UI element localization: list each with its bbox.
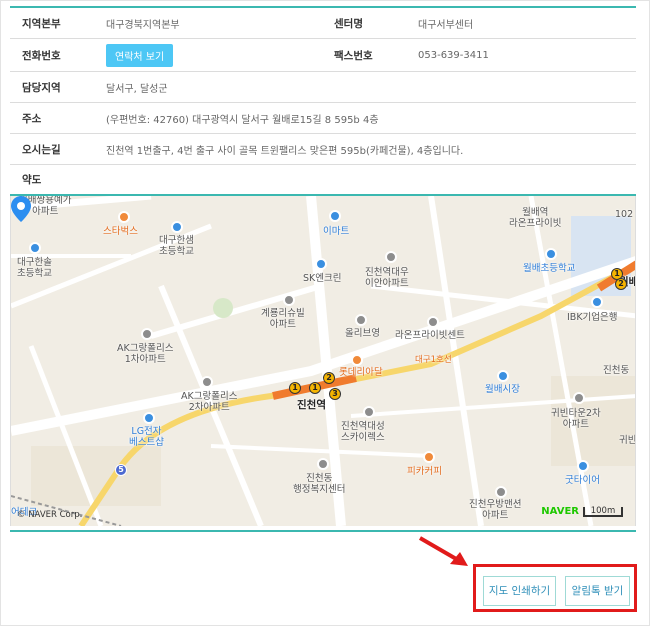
directions-value: 진천역 1번출구, 4번 출구 사이 골목 트윈팰리스 맞은편 595b(카페건… [106,145,464,157]
cafe-icon [423,451,435,463]
poi-lotteria[interactable]: 롯데리아달 [339,367,383,379]
shop-icon [143,412,155,424]
row-area: 담당지역 달서구, 달성군 [10,72,636,103]
poi-starbucks[interactable]: 스타벅스 [103,226,138,238]
shop-icon [329,210,341,222]
address-value: (우편번호: 42760) 대구광역시 달서구 월배로15길 8 595b 4층 [106,114,379,126]
poi-ak-grand-1[interactable]: AK그랑폴리스 1차아파트 [117,343,173,366]
location-marker-icon[interactable] [11,196,31,222]
location-map[interactable]: 월배쌍용예가 아파트 스타벅스 대구한샘 초등학교 이마트 월배역 라온프라이빗 10… [10,196,636,526]
red-arrow-icon [418,536,468,566]
poi-guibin-town-2[interactable]: 귀빈타운2차 아파트 [551,408,601,431]
poi-guibin: 귀빈 [619,435,636,446]
poi-jincheon-station[interactable]: 진천역 [297,399,326,411]
region-hq-label: 지역본부 [22,17,61,30]
apartment-icon [427,316,439,328]
apartment-icon [495,486,507,498]
alimtalk-button[interactable]: 알림톡 받기 [565,576,630,606]
poi-wolbae-station-raon[interactable]: 월배역 라온프라이빗 [509,207,561,230]
school-icon [29,242,41,254]
school-icon [171,221,183,233]
region-hq-value: 대구경북지역본부 [106,19,180,31]
subway-line-badge: 1 [289,382,301,394]
phone-label: 전화번호 [22,49,61,62]
poi-good-tire[interactable]: 굿타이어 [565,475,600,487]
row-region: 지역본부 대구경북지역본부 센터명 대구서부센터 [10,8,636,39]
naver-logo: NAVER [541,506,579,517]
map-scale: 100m [583,507,623,517]
school-icon [545,248,557,260]
subway-line-badge: 2 [323,372,335,384]
gas-station-icon [315,258,327,270]
poi-ibk-bank[interactable]: IBK기업은행 [567,312,618,324]
map-copyright: © NAVER Corp. [17,510,83,520]
market-icon [497,370,509,382]
subway-line-badge: 2 [615,278,627,290]
government-icon [317,458,329,470]
subway-line-label: 대구1호선 [415,355,452,365]
phone-cell: 연락처 보기 [106,43,322,67]
center-info-table: 지역본부 대구경북지역본부 센터명 대구서부센터 전화번호 연락처 보기 팩스번… [10,6,636,196]
area-label: 담당지역 [22,81,61,94]
poi-wolbae-market[interactable]: 월배시장 [485,384,520,396]
apartment-icon [385,251,397,263]
cafe-icon [118,211,130,223]
highlight-box: 지도 인쇄하기 알림톡 받기 [473,564,637,612]
restaurant-icon [351,354,363,366]
route-badge: 5 [115,464,127,476]
apartment-icon [141,328,153,340]
poi-hansaem-school[interactable]: 대구한샘 초등학교 [159,235,194,258]
row-directions: 오시는길 진천역 1번출구, 4번 출구 사이 골목 트윈팰리스 맞은편 595… [10,134,636,165]
row-address: 주소 (우편번호: 42760) 대구광역시 달서구 월배로15길 8 595b… [10,103,636,134]
poi-gyeryong[interactable]: 계룡리슈빌 아파트 [261,308,305,331]
map-label: 약도 [22,174,42,186]
poi-jincheon-dong[interactable]: 진천동 [603,365,629,377]
area-value: 달서구, 달성군 [106,83,168,95]
poi-lg-bestshop[interactable]: LG전자 베스트샵 [129,426,164,449]
poi-emart[interactable]: 이마트 [323,226,349,238]
subway-line-badge: 3 [329,388,341,400]
poi-pika-coffee[interactable]: 피카커피 [407,466,442,478]
contact-view-button[interactable]: 연락처 보기 [106,43,174,67]
row-map: 약도 [10,165,636,196]
center-label: 센터명 [334,17,363,30]
bank-icon [591,296,603,308]
poi-oliveyoung[interactable]: 올리브영 [345,328,380,340]
fax-label: 팩스번호 [334,49,373,62]
poi-jincheon-office[interactable]: 진천동 행정복지센터 [293,473,345,496]
center-value: 대구서부센터 [418,19,474,31]
directions-label: 오시는길 [22,143,61,156]
map-bottom-border [10,530,636,532]
poi-woobang-mansion[interactable]: 진천우방맨션 아파트 [469,499,521,522]
poi-raon-private-center[interactable]: 라온프라이빗센트 [395,330,465,342]
shop-icon [577,460,589,472]
poi-jincheon-daewoo[interactable]: 진천역대우 이안아파트 [365,267,409,290]
apartment-icon [573,392,585,404]
address-label: 주소 [22,112,42,125]
print-map-button[interactable]: 지도 인쇄하기 [483,576,556,606]
row-phone: 전화번호 연락처 보기 팩스번호 053-639-3411 [10,39,636,72]
fax-value: 053-639-3411 [418,49,489,61]
apartment-icon [283,294,295,306]
subway-line-badge: 1 [309,382,321,394]
apartment-icon [363,406,375,418]
poi-wolbae-elementary[interactable]: 월배초등학교 [523,263,575,275]
poi-hansol-school[interactable]: 대구한솔 초등학교 [17,257,52,280]
poi-ak-grand-2[interactable]: AK그랑폴리스 2차아파트 [181,391,237,414]
poi-daesung-skyrex[interactable]: 진천역대성 스카이렉스 [341,421,385,444]
poi-102: 102 [615,209,634,220]
shop-icon [355,314,367,326]
poi-sk-encleen[interactable]: SK엔크린 [303,273,341,285]
apartment-icon [201,376,213,388]
